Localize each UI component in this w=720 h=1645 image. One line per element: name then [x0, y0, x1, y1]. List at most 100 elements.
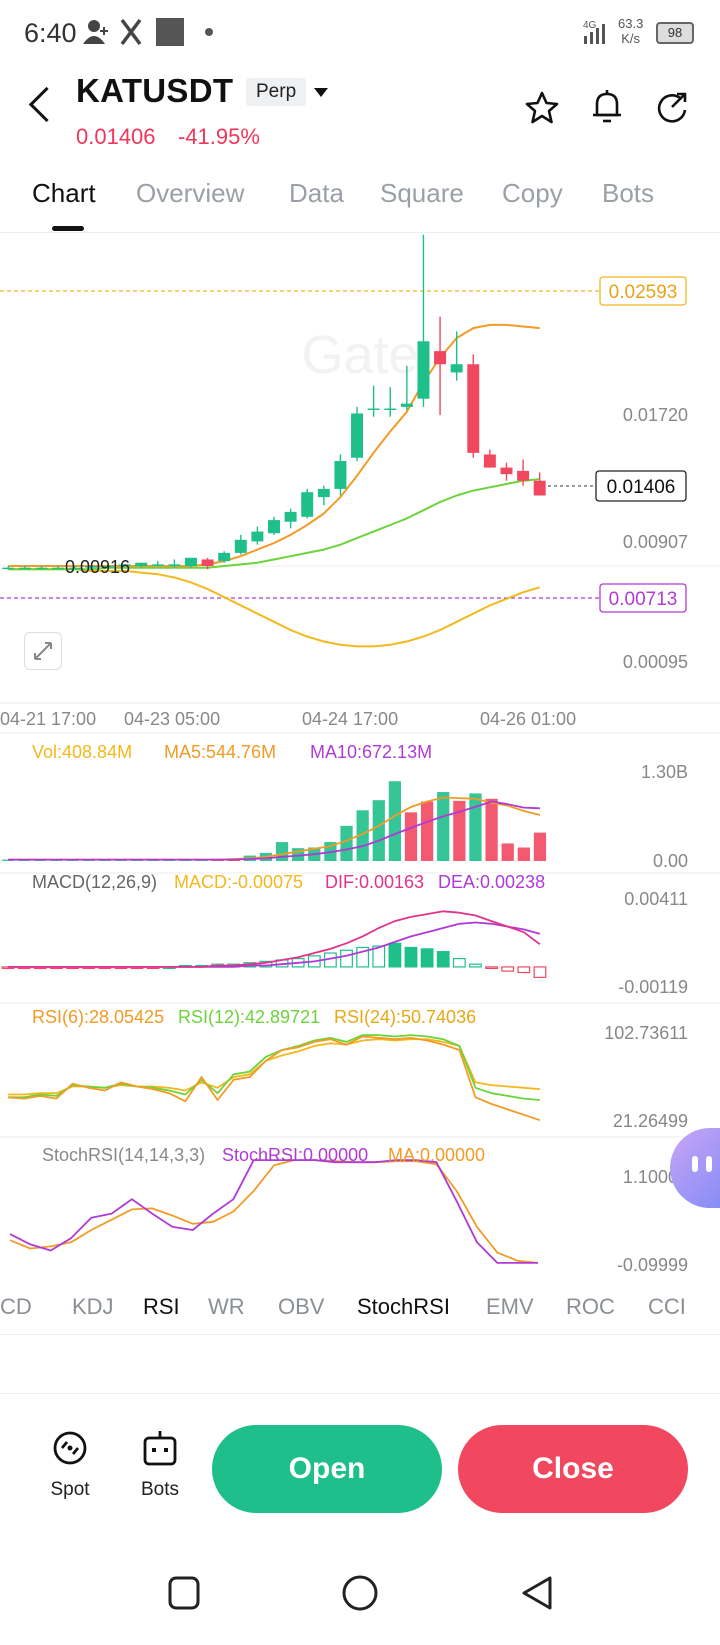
candle-body — [234, 539, 247, 553]
rsi12-label: RSI(12):42.89721 — [178, 1007, 320, 1027]
volume-bar — [404, 812, 418, 861]
macd-histogram-bar — [340, 949, 353, 968]
candle-body — [450, 364, 463, 373]
lower-band-line — [8, 568, 540, 648]
contract-type-badge[interactable]: Perp — [246, 78, 307, 106]
macd-name-label: MACD(12,26,9) — [32, 872, 157, 892]
spot-icon — [53, 1431, 87, 1465]
ind-tab-roc[interactable]: ROC — [566, 1294, 615, 1320]
candle-body — [201, 559, 214, 567]
last-price: 0.01406 — [76, 124, 156, 149]
back-arrow-icon[interactable] — [28, 86, 65, 123]
candle-body — [400, 403, 413, 407]
candle-body — [434, 351, 447, 365]
indicator-tabs: CD KDJ RSI WR OBV StochRSI EMV ROC CCI — [0, 1290, 720, 1335]
candle-body — [35, 567, 48, 570]
tab-overview[interactable]: Overview — [136, 178, 244, 209]
candle-body — [500, 467, 513, 475]
macd-histogram-bar — [452, 957, 466, 968]
ind-tab-emv[interactable]: EMV — [486, 1294, 534, 1320]
candle-body — [284, 511, 297, 522]
time-axis-label: 04-23 05:00 — [124, 709, 220, 729]
spot-button[interactable]: Spot — [40, 1428, 100, 1501]
candle-body — [517, 470, 530, 481]
volume-axis-label: 0.00 — [653, 851, 688, 871]
rsi-axis-label: 21.26499 — [613, 1111, 688, 1131]
candle-body — [218, 552, 231, 562]
back-icon[interactable] — [522, 1576, 552, 1610]
candle-body — [367, 408, 380, 411]
robot-icon — [143, 1431, 177, 1466]
volume-label: Vol:408.84M — [32, 742, 132, 762]
volume-ma5-label: MA5:544.76M — [164, 742, 276, 762]
candle-body — [168, 564, 181, 566]
change-percent: -41.95% — [178, 124, 260, 149]
candle-body — [301, 492, 314, 517]
last-price-tag-text: 0.01406 — [607, 477, 676, 498]
home-icon[interactable] — [342, 1575, 378, 1611]
chat-eye-icon — [706, 1156, 712, 1172]
rsi12-line — [8, 1034, 540, 1101]
close-button[interactable]: Close — [458, 1425, 688, 1513]
notification-icons — [83, 18, 184, 46]
ind-tab-macd[interactable]: CD — [0, 1294, 32, 1320]
stochrsi-axis-label: -0.09999 — [617, 1255, 688, 1275]
network-speed-value: 63.3 — [618, 16, 644, 31]
candle-body — [2, 567, 15, 570]
price-axis-label: 0.00907 — [623, 532, 688, 552]
symbol-title[interactable]: KATUSDT — [76, 72, 233, 110]
high-price-tag-text: 0.02593 — [609, 282, 678, 303]
status-bar: 6:40 4G 63.3 K/s 98 — [0, 0, 720, 66]
ind-tab-stochrsi[interactable]: StochRSI — [357, 1294, 450, 1320]
tab-data[interactable]: Data — [289, 178, 344, 209]
tab-bots[interactable]: Bots — [602, 178, 654, 209]
network-type: 4G — [583, 20, 597, 31]
tab-copy[interactable]: Copy — [502, 178, 563, 209]
chart-area[interactable]: Gate 0.01720 0.00907 0.00095 0.02593 0.01406 0… — [0, 233, 720, 1288]
status-time: 6:40 — [24, 18, 77, 48]
tab-square[interactable]: Square — [380, 178, 464, 209]
ind-tab-wr[interactable]: WR — [208, 1294, 245, 1320]
volume-bar — [485, 798, 498, 861]
macd-histogram-bar — [533, 966, 547, 978]
main-tabs: Chart Overview Data Square Copy Bots — [0, 168, 720, 233]
app-icon — [156, 18, 184, 46]
open-button[interactable]: Open — [212, 1425, 442, 1513]
candle-body — [351, 413, 364, 458]
candle-body — [483, 454, 496, 468]
caret-down-icon[interactable] — [314, 88, 328, 97]
volume-bar — [501, 843, 514, 861]
tab-chart[interactable]: Chart — [32, 178, 96, 209]
recent-apps-icon[interactable] — [168, 1576, 200, 1610]
stochrsi-value-label: StochRSI:0.00000 — [222, 1145, 368, 1165]
ind-tab-cci[interactable]: CCI — [648, 1294, 686, 1320]
volume-bar — [420, 801, 434, 861]
star-icon[interactable] — [524, 90, 560, 126]
candle-body — [317, 488, 330, 498]
macd-histogram-bar — [485, 966, 498, 970]
ind-tab-obv[interactable]: OBV — [278, 1294, 324, 1320]
candle-body — [184, 557, 197, 567]
volume-bar — [469, 793, 482, 861]
bell-icon[interactable] — [590, 88, 624, 126]
volume-bar — [437, 792, 450, 861]
share-icon[interactable] — [654, 90, 690, 126]
macd-histogram-bar — [517, 966, 531, 974]
macd-histogram-bar — [420, 948, 434, 968]
ind-tab-rsi[interactable]: RSI — [143, 1294, 180, 1320]
signal-icon: 4G — [583, 20, 605, 44]
volume-bar — [533, 832, 547, 861]
system-nav-bar — [0, 1560, 720, 1640]
macd-histogram-bar — [388, 942, 402, 968]
ind-tab-kdj[interactable]: KDJ — [72, 1294, 114, 1320]
bots-button[interactable]: Bots — [130, 1428, 190, 1501]
expand-button[interactable] — [24, 632, 62, 670]
candle-body — [417, 341, 430, 399]
candle-body — [52, 567, 65, 570]
candle-body — [533, 480, 546, 496]
bots-label: Bots — [140, 1479, 180, 1500]
candle-body — [135, 562, 148, 567]
candle-body — [334, 461, 347, 489]
macd-value-label: MACD:-0.00075 — [174, 872, 303, 892]
volume-bar — [340, 825, 353, 861]
